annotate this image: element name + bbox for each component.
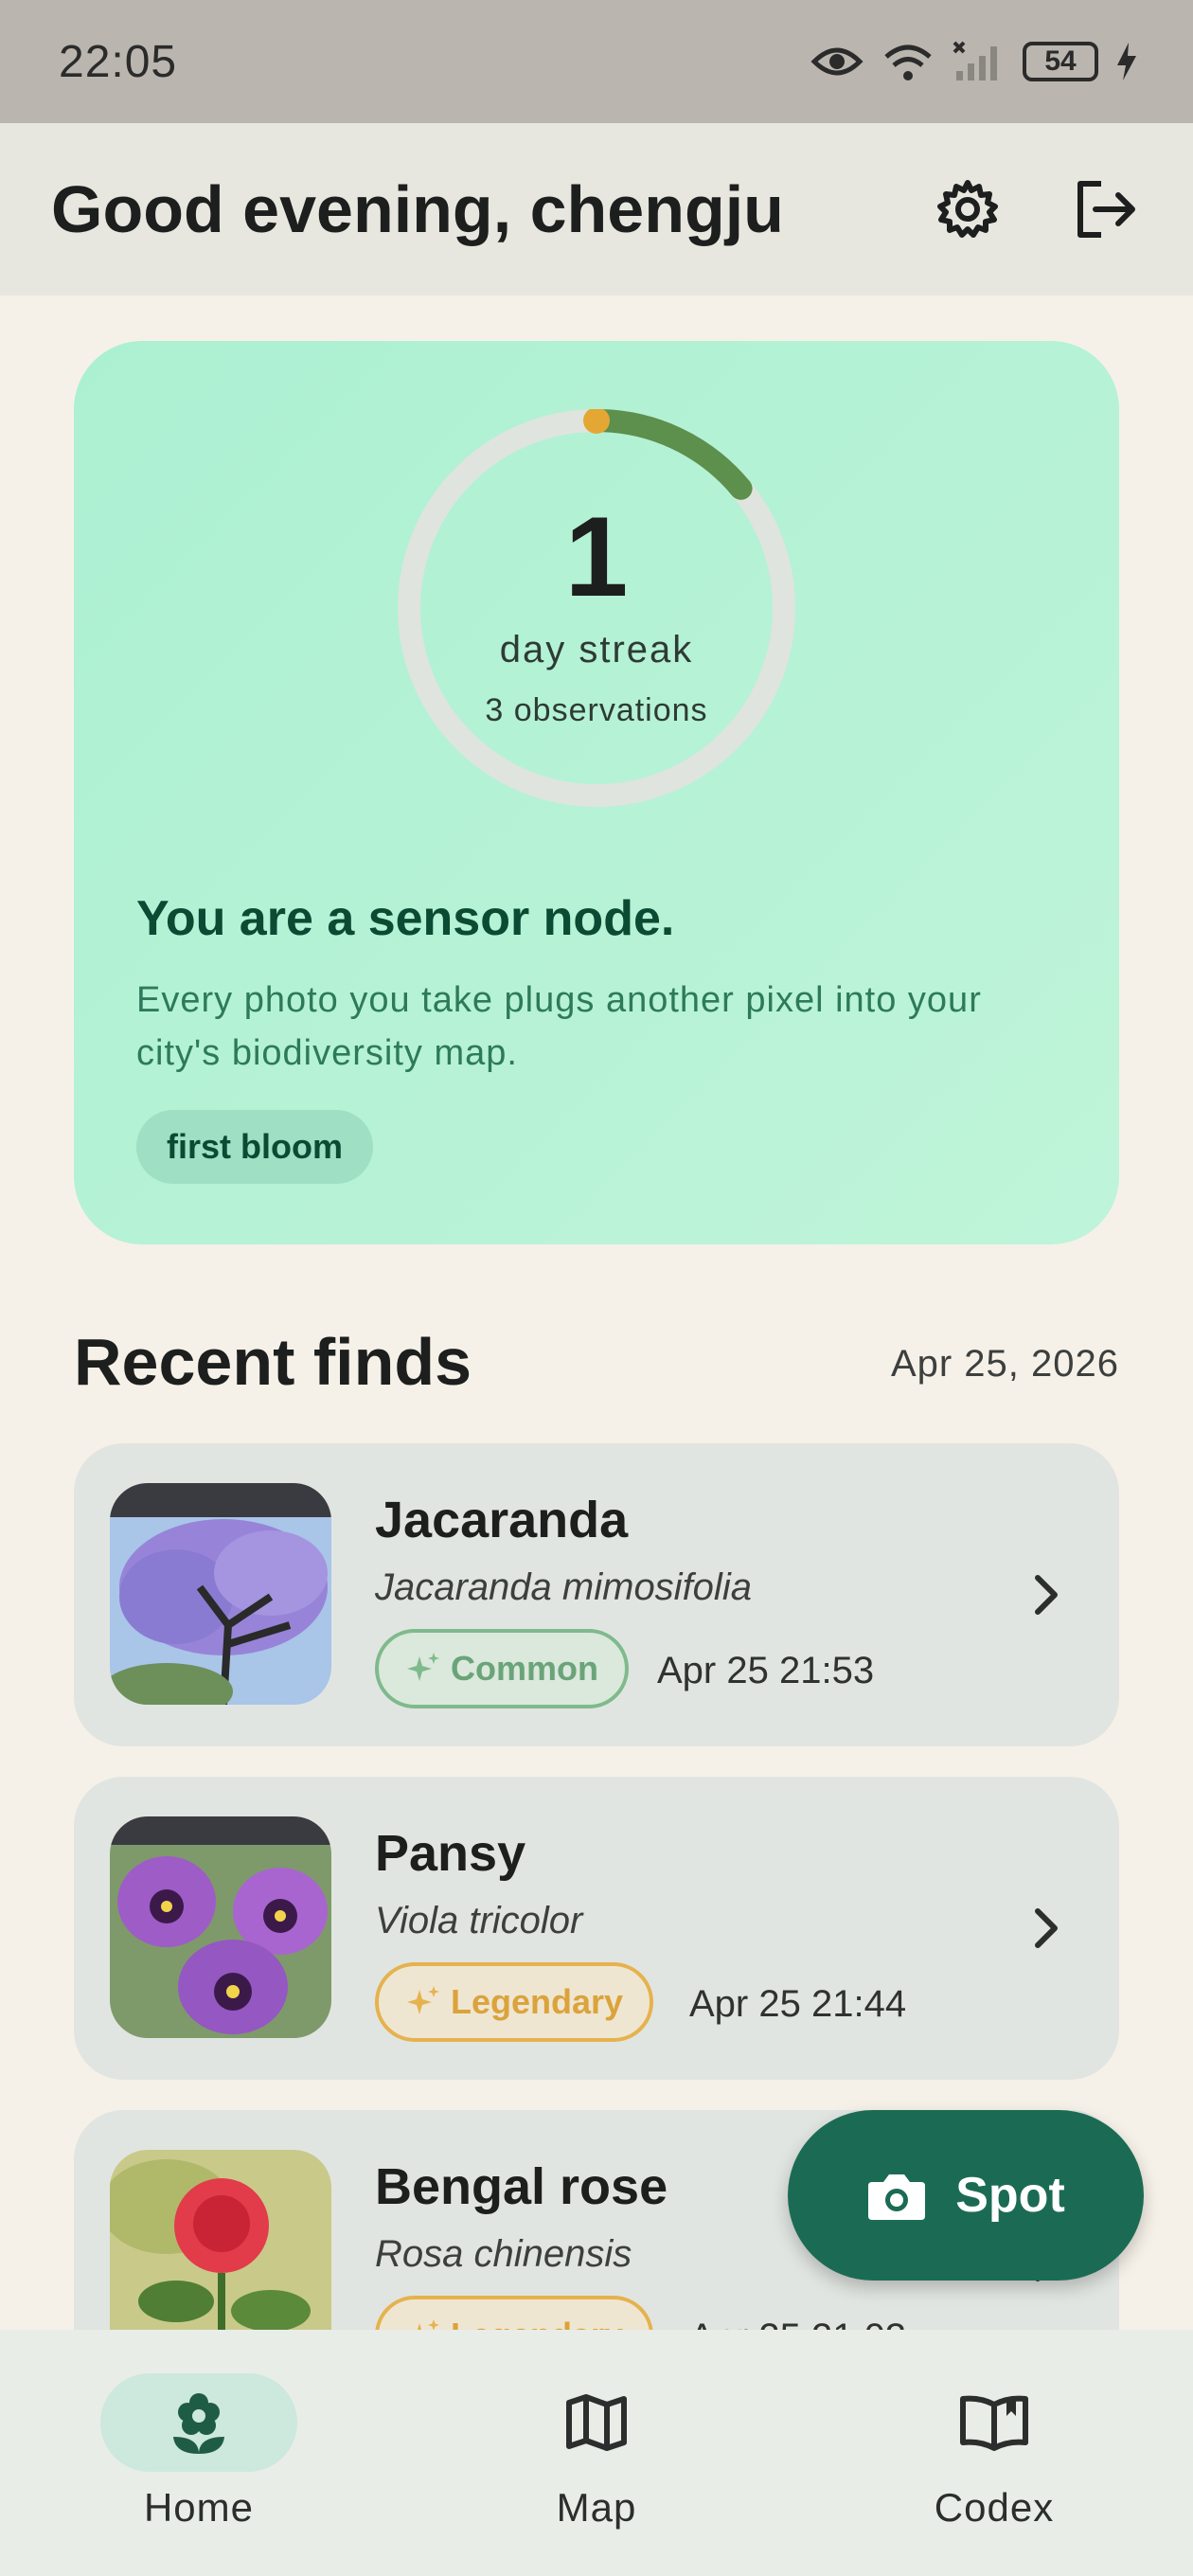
chevron-right-icon: [1035, 1908, 1058, 1948]
nav-item-map[interactable]: Map: [473, 2373, 720, 2553]
signal-icon: [953, 41, 997, 80]
camera-icon: [868, 2174, 926, 2220]
streak-center: 1 day streak 3 observations: [398, 409, 795, 807]
find-scientific-name: Jacaranda mimosifolia: [375, 1566, 752, 1608]
spot-label: Spot: [955, 2168, 1065, 2223]
observation-count: 3 observations: [485, 692, 708, 728]
nav-label: Home: [143, 2485, 255, 2530]
gear-icon: [937, 180, 998, 238]
charging-icon: [1117, 43, 1136, 80]
flower-icon: [173, 2393, 224, 2454]
logout-button[interactable]: [1070, 173, 1142, 245]
nav-label: Codex: [934, 2485, 1055, 2530]
find-thumbnail: [110, 1483, 331, 1705]
find-name: Bengal rose: [375, 2158, 668, 2215]
find-timestamp: Apr 25 21:03: [689, 2317, 906, 2330]
sparkle-icon: [407, 1986, 439, 2014]
find-card-pansy[interactable]: Pansy Viola tricolor Legendary Apr 25 21…: [74, 1777, 1119, 2080]
nav-item-codex[interactable]: Codex: [871, 2373, 1117, 2553]
battery-indicator: 54: [1023, 42, 1098, 81]
settings-button[interactable]: [932, 173, 1004, 245]
streak-count: 1: [564, 493, 629, 620]
streak-card: 1 day streak 3 observations You are a se…: [74, 341, 1119, 1244]
nav-icon-container: [498, 2373, 695, 2472]
find-scientific-name: Viola tricolor: [375, 1900, 583, 1941]
recent-finds-title: Recent finds: [74, 1325, 472, 1399]
sparkle-icon: [407, 1653, 439, 1681]
nav-item-home[interactable]: Home: [76, 2373, 322, 2553]
find-card-jacaranda[interactable]: Jacaranda Jacaranda mimosifolia Common A…: [74, 1443, 1119, 1746]
sensor-node-title: You are a sensor node.: [136, 891, 675, 946]
book-icon: [960, 2395, 1028, 2451]
rarity-badge: Common: [375, 1629, 629, 1708]
eye-icon: [810, 47, 864, 76]
rarity-badge: Legendary: [375, 1962, 654, 2042]
rarity-badge: Legendary: [375, 2296, 654, 2330]
find-timestamp: Apr 25 21:53: [657, 1650, 875, 1691]
nav-icon-container: [100, 2373, 297, 2472]
status-bar: 22:05 54: [0, 0, 1193, 123]
find-scientific-name: Rosa chinensis: [375, 2233, 632, 2275]
sparkle-icon: [417, 2319, 439, 2330]
sensor-node-description: Every photo you take plugs another pixel…: [136, 980, 982, 1073]
logout-icon: [1077, 181, 1135, 238]
find-name: Pansy: [375, 1825, 526, 1882]
map-icon: [566, 2394, 627, 2451]
jacaranda-photo: [110, 1483, 331, 1705]
rarity-label: Common: [451, 1649, 598, 1688]
bottom-navigation: Home Map Codex: [0, 2330, 1193, 2576]
find-thumbnail: [110, 1816, 331, 2038]
rarity-label: Legendary: [451, 1982, 624, 2021]
find-name: Jacaranda: [375, 1492, 629, 1548]
status-time: 22:05: [59, 36, 178, 87]
status-icons: 54: [810, 40, 1138, 83]
spot-fab-button[interactable]: Spot: [788, 2110, 1144, 2281]
app-header: Good evening, chengju: [0, 123, 1193, 295]
rarity-label: Legendary: [451, 2316, 623, 2330]
nav-label: Map: [556, 2485, 637, 2530]
streak-label: day streak: [499, 629, 694, 671]
streak-ring: 1 day streak 3 observations: [398, 409, 795, 807]
chevron-right-icon: [1035, 1575, 1058, 1615]
pansy-photo: [110, 1816, 331, 2038]
recent-finds-date: Apr 25, 2026: [890, 1343, 1119, 1385]
greeting-title: Good evening, chengju: [51, 172, 784, 246]
bengal-rose-photo: [110, 2150, 331, 2330]
find-timestamp: Apr 25 21:44: [689, 1983, 907, 2025]
find-thumbnail: [110, 2150, 331, 2330]
header-actions: [932, 173, 1142, 245]
wifi-icon: [884, 45, 932, 80]
achievement-chip: first bloom: [136, 1110, 373, 1184]
nav-icon-container: [896, 2373, 1093, 2472]
